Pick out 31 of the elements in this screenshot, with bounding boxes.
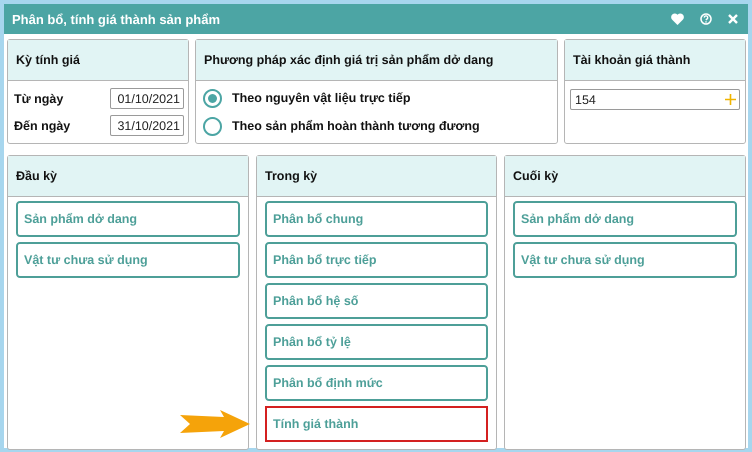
radio-label: Theo sản phẩm hoàn thành tương đương [232, 119, 480, 133]
menu-item[interactable]: Phân bổ hệ số [265, 283, 488, 319]
arrow-icon [180, 410, 250, 438]
menu-item[interactable]: Tính giá thành [265, 406, 488, 442]
account-field[interactable]: 154 [570, 89, 740, 110]
radio-label: Theo nguyên vật liệu trực tiếp [232, 91, 411, 105]
menu-item[interactable]: Phân bổ trực tiếp [265, 242, 488, 278]
close-icon[interactable] [728, 14, 738, 24]
menu-item[interactable]: Sản phẩm dở dang [513, 201, 737, 237]
field-label: Đến ngày [14, 118, 70, 132]
radio-button[interactable] [203, 88, 222, 108]
help-icon[interactable] [700, 13, 712, 25]
menu-item[interactable]: Vật tư chưa sử dụng [513, 242, 737, 278]
date-field[interactable]: 31/10/2021 [110, 115, 184, 136]
menu-item[interactable]: Phân bổ định mức [265, 365, 488, 401]
panel-title: Cuối kỳ [513, 169, 558, 183]
panel-title: Đầu kỳ [16, 169, 57, 183]
menu-item[interactable]: Phân bổ chung [265, 201, 488, 237]
menu-item[interactable]: Phân bổ tỷ lệ [265, 324, 488, 360]
window-title: Phân bổ, tính giá thành sản phẩm [12, 12, 222, 26]
panel-title: Kỳ tính giá [16, 53, 80, 67]
radio-button[interactable] [203, 116, 222, 136]
menu-item[interactable]: Vật tư chưa sử dụng [16, 242, 240, 278]
field-label: Từ ngày [14, 92, 64, 106]
date-field[interactable]: 01/10/2021 [110, 88, 184, 109]
plus-icon[interactable] [725, 94, 736, 105]
panel-title: Phương pháp xác định giá trị sản phẩm dở dang [204, 53, 494, 67]
panel-title: Tài khoản giá thành [573, 53, 690, 67]
menu-item[interactable]: Sản phẩm dở dang [16, 201, 240, 237]
heart-icon[interactable] [671, 13, 684, 25]
panel-title: Trong kỳ [265, 169, 318, 183]
